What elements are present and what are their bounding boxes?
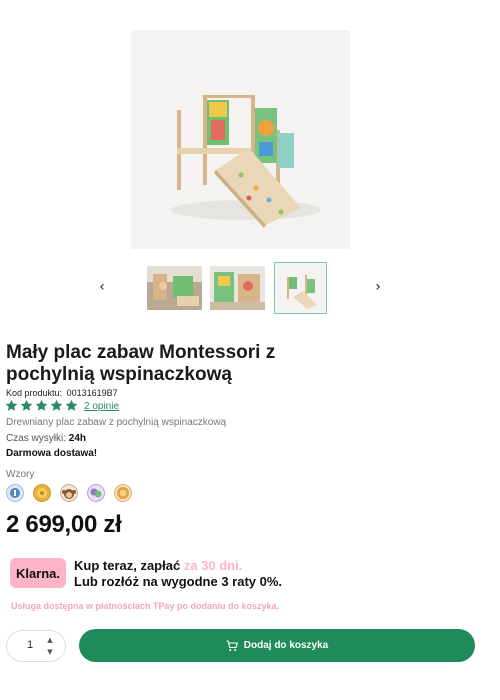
- shipping-time: Czas wysyłki: 24h: [6, 433, 86, 444]
- quantity-increase-icon[interactable]: ▲: [45, 635, 55, 645]
- thumbnail-playroom-image: [210, 266, 265, 310]
- star-icon: [5, 399, 18, 411]
- product-title: Mały plac zabaw Montessori z pochylnią w…: [6, 342, 276, 385]
- gallery-prev-arrow-icon[interactable]: ‹: [93, 278, 111, 296]
- klarna-line-1-text: Kup teraz, zapłać: [74, 558, 181, 573]
- gallery-next-arrow-icon[interactable]: ›: [369, 278, 387, 296]
- climbing-playground-image: [131, 30, 350, 249]
- shipping-time-value: 24h: [68, 433, 87, 444]
- thumbnail-product-image: [275, 263, 326, 313]
- star-icon: [35, 399, 48, 411]
- product-code-label: Kod produktu:: [6, 388, 63, 398]
- star-icon: [65, 399, 78, 411]
- klarna-line-1-highlight: za 30 dni.: [183, 558, 243, 573]
- tpay-note: Usługa dostępna w płatnościach TPay po d…: [11, 601, 280, 611]
- klarna-offer: Kup teraz, zapłać za 30 dni. Lub rozłóż …: [74, 558, 282, 590]
- free-delivery-note: Darmowa dostawa!: [6, 448, 98, 459]
- star-icon: [50, 399, 63, 411]
- add-to-cart-label: Dodaj do koszyka: [243, 640, 329, 651]
- pattern-swatch-blue[interactable]: [6, 484, 24, 502]
- rating-stars: [5, 399, 78, 412]
- thumbnail-kids-playing-image: [147, 266, 202, 310]
- pattern-swatches: [6, 484, 132, 502]
- klarna-logo: Klarna.: [10, 558, 66, 588]
- gallery-thumbnail-selected[interactable]: [274, 262, 327, 314]
- quantity-value[interactable]: 1: [27, 639, 33, 651]
- product-short-description: Drewniany plac zabaw z pochylnią wspinac…: [6, 417, 227, 428]
- pattern-swatch-monkey[interactable]: [60, 484, 78, 502]
- klarna-line-1: Kup teraz, zapłać za 30 dni.: [74, 558, 282, 574]
- pattern-swatch-lion[interactable]: [114, 484, 132, 502]
- product-code-value: 00131619B7: [66, 388, 118, 398]
- quantity-stepper[interactable]: 1 ▲ ▼: [6, 630, 66, 662]
- gallery-thumbnail[interactable]: [147, 266, 202, 310]
- product-price: 2 699,00 zł: [6, 511, 122, 538]
- pattern-swatch-gold[interactable]: [33, 484, 51, 502]
- product-code: Kod produktu: 00131619B7: [6, 388, 118, 398]
- patterns-label: Wzory: [6, 469, 35, 480]
- gallery-thumbnail[interactable]: [210, 266, 265, 310]
- add-to-cart-button[interactable]: Dodaj do koszyka: [79, 629, 475, 662]
- shipping-time-label: Czas wysyłki:: [6, 433, 67, 444]
- pattern-swatch-purple-green[interactable]: [87, 484, 105, 502]
- klarna-line-2: Lub rozłóż na wygodne 3 raty 0%.: [74, 574, 283, 589]
- star-icon: [20, 399, 33, 411]
- quantity-decrease-icon[interactable]: ▼: [45, 647, 55, 657]
- cart-icon: [226, 639, 238, 651]
- reviews-link[interactable]: 2 opinie: [84, 401, 119, 412]
- product-main-image[interactable]: [131, 30, 350, 249]
